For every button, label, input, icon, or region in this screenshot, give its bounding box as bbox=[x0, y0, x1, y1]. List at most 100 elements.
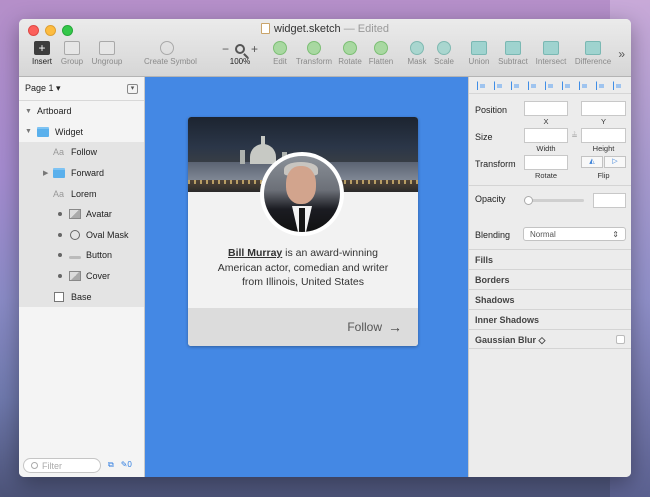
lock-ratio-icon[interactable]: ≟ bbox=[570, 131, 579, 140]
rotate-icon bbox=[343, 41, 357, 55]
disclosure-down-icon[interactable]: ▼ bbox=[25, 128, 32, 135]
gaussian-blur-section[interactable]: Gaussian Blur ◇ bbox=[469, 329, 631, 349]
toolbar: + Insert Group Ungroup Create Symbol − + bbox=[19, 41, 631, 75]
disclosure-down-icon[interactable]: ▼ bbox=[25, 108, 32, 115]
inner-shadows-section[interactable]: Inner Shadows bbox=[469, 309, 631, 329]
scale-button[interactable]: Scale bbox=[427, 41, 461, 66]
position-label: Position bbox=[475, 105, 508, 115]
subtract-icon bbox=[505, 41, 521, 55]
height-field[interactable] bbox=[581, 128, 626, 143]
opacity-knob[interactable] bbox=[524, 196, 533, 205]
folder-icon bbox=[37, 126, 49, 137]
avatar-photo bbox=[264, 156, 340, 232]
shape-layer-icon bbox=[69, 255, 81, 259]
rotate-caption: Rotate bbox=[534, 171, 558, 180]
flatten-button[interactable]: Flatten bbox=[363, 41, 399, 66]
flip-vertical-button[interactable]: ▷ bbox=[604, 156, 626, 168]
align-right-icon[interactable] bbox=[544, 80, 555, 90]
align-top-icon[interactable] bbox=[562, 80, 572, 90]
page-selector[interactable]: Page 1 ▾ ▾ bbox=[19, 77, 144, 101]
align-middle-icon[interactable] bbox=[579, 80, 589, 90]
create-symbol-button[interactable]: Create Symbol bbox=[144, 41, 197, 66]
document-icon bbox=[261, 23, 271, 34]
follow-button[interactable]: Follow → bbox=[188, 308, 418, 346]
filter-input[interactable]: Filter bbox=[23, 458, 101, 473]
mask-dot-icon bbox=[58, 232, 62, 237]
profile-name-link[interactable]: Bill Murray bbox=[228, 247, 282, 259]
intersect-icon bbox=[543, 41, 559, 55]
opacity-slider[interactable] bbox=[526, 199, 584, 202]
layer-forward[interactable]: ▶ Forward bbox=[19, 162, 144, 184]
scale-icon bbox=[437, 41, 451, 55]
layer-follow[interactable]: Aa Follow bbox=[19, 142, 144, 163]
widget-card[interactable]: Bill Murray is an award-winning American… bbox=[188, 117, 418, 346]
intersect-button[interactable]: Intersect bbox=[531, 41, 571, 66]
opacity-field[interactable] bbox=[593, 193, 626, 208]
flip-horizontal-button[interactable]: ◭ bbox=[581, 156, 603, 168]
gaussian-blur-checkbox[interactable] bbox=[616, 335, 625, 344]
layer-avatar[interactable]: Avatar bbox=[19, 203, 144, 225]
ungroup-icon bbox=[99, 41, 115, 55]
width-field[interactable] bbox=[524, 128, 568, 143]
page-menu-icon[interactable]: ▾ bbox=[127, 83, 138, 94]
text-layer-icon: Aa bbox=[53, 147, 65, 158]
x-field[interactable] bbox=[524, 101, 568, 116]
difference-icon bbox=[585, 41, 601, 55]
layer-widget[interactable]: ▼ Widget bbox=[19, 122, 144, 143]
mask-dot-icon bbox=[58, 253, 62, 258]
canvas[interactable]: Bill Murray is an award-winning American… bbox=[145, 77, 468, 477]
width-caption: Width bbox=[536, 144, 556, 153]
layer-artboard[interactable]: ▼ Artboard bbox=[19, 101, 144, 122]
blending-select[interactable]: Normal ⇕ bbox=[523, 227, 626, 241]
flip-caption: Flip bbox=[597, 171, 610, 180]
align-left-icon[interactable] bbox=[476, 80, 487, 90]
bio-text: Bill Murray is an award-winning American… bbox=[188, 246, 418, 290]
layer-button[interactable]: Button bbox=[19, 245, 144, 266]
layer-lorem[interactable]: Aa Lorem bbox=[19, 183, 144, 204]
distribute-horizontal-icon[interactable] bbox=[493, 80, 504, 90]
title-bar: widget.sketch — Edited + Insert Group Un… bbox=[19, 19, 631, 77]
disclosure-right-icon[interactable]: ▶ bbox=[43, 169, 48, 177]
union-icon bbox=[471, 41, 487, 55]
fills-section[interactable]: Fills bbox=[469, 249, 631, 269]
align-bottom-icon[interactable] bbox=[596, 80, 606, 90]
align-left-edge-icon[interactable] bbox=[510, 80, 521, 90]
y-caption: Y bbox=[600, 117, 606, 126]
align-center-icon[interactable] bbox=[527, 80, 538, 90]
flatten-icon bbox=[374, 41, 388, 55]
y-field[interactable] bbox=[581, 101, 626, 116]
pencil-icon[interactable]: ✎0 bbox=[121, 460, 132, 470]
borders-section[interactable]: Borders bbox=[469, 269, 631, 289]
avatar-face bbox=[286, 166, 316, 204]
shadows-section[interactable]: Shadows bbox=[469, 289, 631, 309]
difference-button[interactable]: Difference bbox=[571, 41, 615, 66]
height-caption: Height bbox=[592, 144, 615, 153]
sketch-window: widget.sketch — Edited + Insert Group Un… bbox=[19, 19, 631, 477]
subtract-button[interactable]: Subtract bbox=[493, 41, 533, 66]
transform-label: Transform bbox=[475, 159, 516, 169]
rotate-field[interactable] bbox=[524, 155, 568, 170]
layer-base[interactable]: Base bbox=[19, 286, 144, 307]
distribute-vertical-icon[interactable] bbox=[613, 80, 623, 90]
text-layer-icon: Aa bbox=[53, 188, 65, 199]
inspector-panel: Position X Y Size ≟ Width Height Transfo… bbox=[468, 77, 631, 477]
ungroup-button[interactable]: Ungroup bbox=[84, 41, 130, 66]
zoom-in-button[interactable]: + bbox=[251, 42, 258, 56]
layer-list: ▼ Artboard ▼ Widget Aa Follow ▶ Forward … bbox=[19, 101, 144, 307]
symbol-icon bbox=[160, 41, 174, 55]
zoom-out-button[interactable]: − bbox=[222, 42, 229, 56]
select-arrows-icon: ⇕ bbox=[612, 230, 619, 239]
plus-icon: + bbox=[34, 41, 50, 55]
layer-oval-mask[interactable]: Oval Mask bbox=[19, 224, 144, 246]
layer-cover[interactable]: Cover bbox=[19, 265, 144, 287]
arrow-right-icon: → bbox=[388, 319, 402, 335]
x-caption: X bbox=[543, 117, 549, 126]
image-layer-icon bbox=[69, 209, 81, 220]
page-count: 0 bbox=[127, 460, 132, 469]
transform-button[interactable]: Transform bbox=[291, 41, 337, 66]
union-button[interactable]: Union bbox=[462, 41, 496, 66]
pages-icon[interactable]: ⧉ bbox=[108, 460, 114, 470]
group-icon bbox=[64, 41, 80, 55]
more-chevron-icon[interactable]: » bbox=[618, 47, 625, 61]
filter-placeholder: Filter bbox=[42, 460, 62, 471]
